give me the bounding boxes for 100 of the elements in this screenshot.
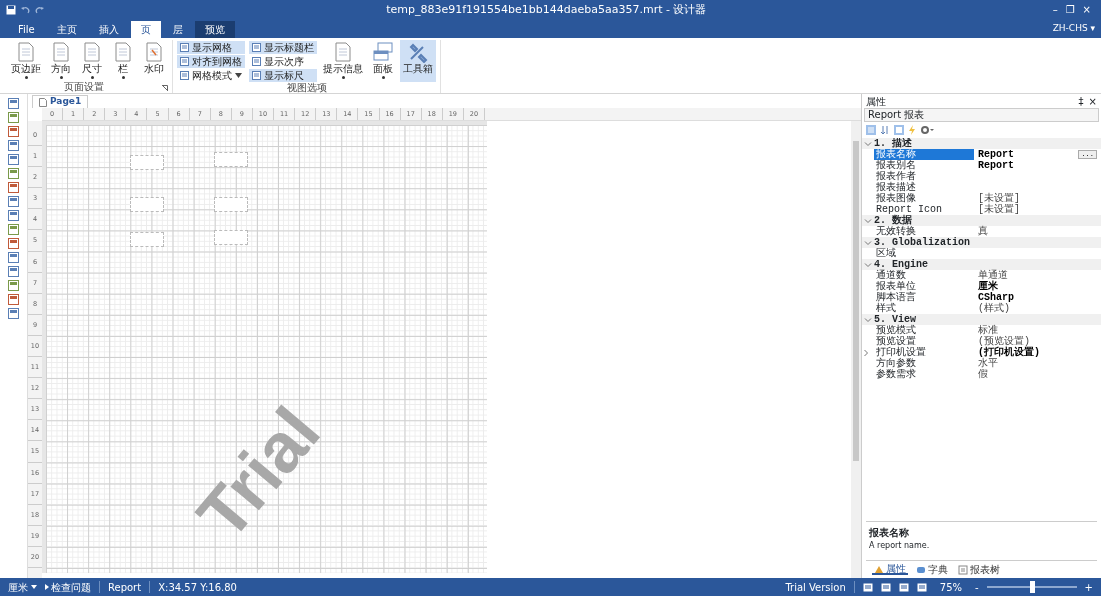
component-icon[interactable] <box>8 98 19 109</box>
component-icon[interactable] <box>8 210 19 221</box>
sort-icon[interactable] <box>880 125 890 135</box>
zoom-out-button[interactable]: - <box>975 579 979 595</box>
ribbon-tab[interactable]: 主页 <box>46 21 87 38</box>
component-icon[interactable] <box>8 168 19 179</box>
property-name[interactable]: 通道数 <box>874 270 974 281</box>
close-button[interactable]: × <box>1078 4 1095 16</box>
property-value[interactable]: 水平 <box>974 358 1101 369</box>
view-option-button[interactable]: 显示标题栏 <box>249 41 317 54</box>
property-value[interactable]: [未设置] <box>974 204 1101 215</box>
ribbon-tab[interactable]: 预览 <box>194 21 235 38</box>
gear-icon[interactable] <box>920 125 934 135</box>
page-view-icon[interactable] <box>880 582 891 592</box>
ribbon-button[interactable]: 尺寸 <box>78 40 106 81</box>
page-view-icon[interactable] <box>916 582 927 592</box>
component-icon[interactable] <box>8 294 19 305</box>
ribbon-button[interactable]: 水印 <box>140 40 168 81</box>
launcher-icon[interactable] <box>162 85 168 91</box>
property-value[interactable]: [未设置] <box>974 193 1101 204</box>
property-name[interactable]: 方向参数 <box>874 358 974 369</box>
property-name[interactable]: Report Icon <box>874 204 974 215</box>
component-icon[interactable] <box>8 154 19 165</box>
property-name[interactable]: 报表别名 <box>874 160 974 171</box>
category-title: 5. View <box>874 314 916 325</box>
object-selector[interactable]: Report 报表 <box>864 108 1099 122</box>
component-icon[interactable] <box>8 238 19 249</box>
ribbon-button[interactable]: 页边距 <box>8 40 44 81</box>
panel-tab[interactable]: 报表树 <box>956 564 1002 575</box>
view-option-button[interactable]: 网格模式 <box>177 69 245 82</box>
pin-button[interactable]: ‡ <box>1078 93 1084 109</box>
property-value[interactable]: 标准 <box>974 325 1101 336</box>
property-value[interactable]: 真 <box>974 226 1101 237</box>
property-name[interactable]: 报表名称 <box>874 149 974 160</box>
check-issues-button[interactable]: 检查问题 <box>44 579 91 595</box>
redo-icon[interactable] <box>35 5 44 15</box>
grid-icon <box>180 43 189 52</box>
ribbon-button[interactable]: 方向 <box>47 40 75 81</box>
save-icon[interactable] <box>6 5 16 15</box>
zoom-in-button[interactable]: + <box>1084 579 1093 595</box>
property-value[interactable]: CSharp <box>974 292 1101 303</box>
description-text: A report name. <box>869 540 931 552</box>
property-value[interactable]: 假 <box>974 369 1101 380</box>
panel-title: 属性 <box>866 94 887 109</box>
ribbon-tab[interactable]: File <box>8 21 45 38</box>
property-value[interactable]: (预览设置) <box>974 336 1101 347</box>
page-view-icon[interactable] <box>898 582 909 592</box>
ribbon-button[interactable]: 提示信息 <box>320 40 366 82</box>
property-name[interactable]: 样式 <box>874 303 974 314</box>
ribbon-tab[interactable]: 页 <box>130 21 161 38</box>
page-view-icon[interactable] <box>862 582 873 592</box>
ribbon-button[interactable]: 栏 <box>109 40 137 81</box>
component-icon[interactable] <box>8 140 19 151</box>
property-name[interactable]: 打印机设置 <box>874 347 974 358</box>
property-value[interactable]: 厘米 <box>974 281 1101 292</box>
minimize-button[interactable]: – <box>1048 4 1062 16</box>
undo-icon[interactable] <box>21 5 30 15</box>
property-value[interactable]: (样式) <box>974 303 1101 314</box>
language-selector[interactable]: ZH-CHS ▾ <box>1046 21 1101 38</box>
component-icon[interactable] <box>8 224 19 235</box>
ribbon-tab[interactable]: 层 <box>162 21 193 38</box>
ribbon-tab[interactable]: 插入 <box>88 21 129 38</box>
panel-tab[interactable]: 字典 <box>914 564 950 575</box>
property-value[interactable]: (打印机设置) <box>974 347 1101 358</box>
property-value[interactable]: 单通道 <box>974 270 1101 281</box>
view-option-button[interactable]: 对齐到网格 <box>177 55 245 68</box>
property-value[interactable]: Report <box>974 160 1101 171</box>
property-name[interactable]: 报表作者 <box>874 171 974 182</box>
ribbon-button[interactable]: 面板 <box>369 40 397 82</box>
property-name[interactable]: 无效转换 <box>874 226 974 237</box>
property-value[interactable]: Report <box>974 149 1079 160</box>
component-icon[interactable] <box>8 266 19 277</box>
property-name[interactable]: 报表图像 <box>874 193 974 204</box>
unit-selector[interactable]: 厘米 <box>8 579 37 595</box>
property-name[interactable]: 预览模式 <box>874 325 974 336</box>
property-name[interactable]: 区域 <box>874 248 974 259</box>
property-name[interactable]: 报表描述 <box>874 182 974 193</box>
component-icon[interactable] <box>8 112 19 123</box>
property-name[interactable]: 预览设置 <box>874 336 974 347</box>
component-icon[interactable] <box>8 280 19 291</box>
page-tab[interactable]: Page1 <box>32 95 89 108</box>
group-label: 视图选项 <box>285 82 328 94</box>
property-name[interactable]: 报表单位 <box>874 281 974 292</box>
component-icon[interactable] <box>8 252 19 263</box>
restore-button[interactable]: ❐ <box>1061 4 1079 16</box>
property-name[interactable]: 脚本语言 <box>874 292 974 303</box>
category-title: 1. 描述 <box>874 138 912 149</box>
view-option-button[interactable]: 显示次序 <box>249 55 317 68</box>
component-icon[interactable] <box>8 126 19 137</box>
panel-tab[interactable]: 属性 <box>872 564 908 575</box>
close-button[interactable]: × <box>1088 93 1097 109</box>
scrollbar[interactable] <box>851 121 861 578</box>
component-icon[interactable] <box>8 196 19 207</box>
component-icon[interactable] <box>8 182 19 193</box>
property-name[interactable]: 参数需求 <box>874 369 974 380</box>
slider-thumb[interactable] <box>1029 581 1035 593</box>
view-option-button[interactable]: 显示标尺 <box>249 69 317 82</box>
view-option-button[interactable]: 显示网格 <box>177 41 245 54</box>
component-icon[interactable] <box>8 308 19 319</box>
ribbon-button[interactable]: 工具箱 <box>400 40 436 82</box>
